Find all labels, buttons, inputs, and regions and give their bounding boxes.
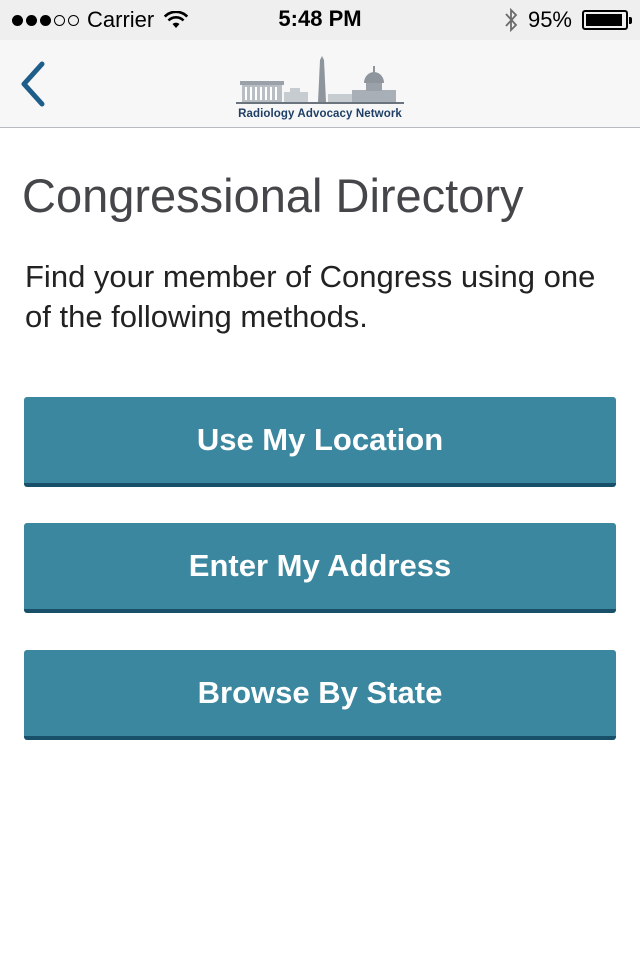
app-logo: Radiology Advocacy Network (234, 54, 406, 120)
battery-level (586, 14, 622, 26)
use-my-location-button[interactable]: Use My Location (24, 397, 616, 487)
status-bar: Carrier 5:48 PM 95% (0, 0, 640, 40)
navigation-bar: Radiology Advocacy Network (0, 40, 640, 128)
bluetooth-icon (505, 8, 518, 32)
logo-text: Radiology Advocacy Network (238, 108, 402, 120)
status-right: 95% (504, 6, 632, 34)
battery-percent: 95% (527, 7, 572, 32)
browse-by-state-button[interactable]: Browse By State (24, 650, 616, 740)
capitol-skyline-icon (236, 56, 404, 104)
chevron-left-icon (21, 61, 45, 107)
intro-text: Find your member of Congress using one o… (25, 259, 596, 334)
battery-icon (582, 10, 632, 30)
enter-my-address-button[interactable]: Enter My Address (24, 523, 616, 613)
back-button[interactable] (14, 58, 54, 110)
page-title: Congressional Directory (22, 169, 524, 222)
